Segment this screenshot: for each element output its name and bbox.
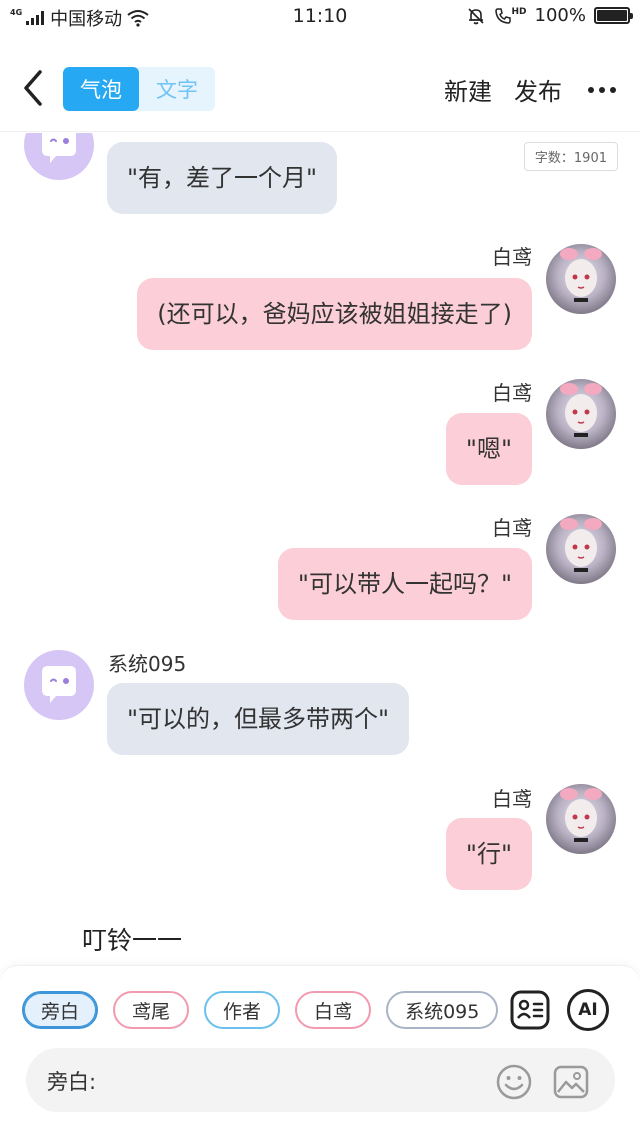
avatar[interactable] xyxy=(24,133,94,180)
word-count-badge: 字数：1901 xyxy=(523,142,618,171)
role-chip-yuanwei[interactable]: 鸢尾 xyxy=(113,991,190,1029)
message-bubble[interactable]: "有，差了一个月" xyxy=(107,142,338,214)
ghost-icon xyxy=(42,133,76,163)
message-bubble[interactable]: "嗯" xyxy=(445,413,532,485)
character-card-icon[interactable] xyxy=(509,989,551,1031)
nav-actions: 新建 发布 xyxy=(444,72,616,107)
character-portrait-icon xyxy=(560,518,602,572)
avatar[interactable] xyxy=(546,784,616,854)
status-right: HD 100% xyxy=(466,5,633,26)
back-chevron-icon[interactable] xyxy=(18,68,48,108)
publish-button[interactable]: 发布 xyxy=(514,72,562,107)
battery-percent: 100% xyxy=(534,5,586,26)
role-selector: 旁白 鸢尾 作者 白鸢 系统095 xyxy=(22,991,499,1029)
ai-label: AI xyxy=(578,1000,598,1020)
role-chip-narrator[interactable]: 旁白 xyxy=(22,991,99,1029)
image-icon[interactable] xyxy=(552,1063,590,1101)
speaker-name: 系统095 xyxy=(108,652,187,676)
message-bubble[interactable]: "行" xyxy=(445,818,532,890)
status-bar: 4G 中国移动 11:10 HD 100% xyxy=(0,0,640,34)
new-button[interactable]: 新建 xyxy=(444,72,492,107)
hd-call-icon: HD xyxy=(494,7,527,25)
mode-segmented-control: 气泡 文字 xyxy=(63,67,215,111)
role-chip-baiyuan[interactable]: 白鸢 xyxy=(295,991,372,1029)
tab-bubble[interactable]: 气泡 xyxy=(63,67,139,111)
avatar[interactable] xyxy=(546,514,616,584)
avatar[interactable] xyxy=(24,650,94,720)
tab-text[interactable]: 文字 xyxy=(139,67,215,111)
role-chip-system095[interactable]: 系统095 xyxy=(386,991,499,1029)
role-chip-author[interactable]: 作者 xyxy=(204,991,281,1029)
bottom-panel: 旁白 鸢尾 作者 白鸢 系统095 AI 旁白: xyxy=(0,965,640,1138)
top-nav-bar: 气泡 文字 新建 发布 xyxy=(0,34,640,132)
character-portrait-icon xyxy=(560,248,602,302)
more-icon[interactable] xyxy=(588,86,616,93)
message-input[interactable]: 旁白: xyxy=(26,1048,615,1112)
input-role-label: 旁白: xyxy=(47,1070,97,1094)
avatar[interactable] xyxy=(546,244,616,314)
speaker-name: 白鸢 xyxy=(492,381,532,405)
character-portrait-icon xyxy=(560,788,602,842)
battery-icon xyxy=(594,7,633,24)
ghost-icon xyxy=(42,666,76,703)
speaker-name: 白鸢 xyxy=(492,787,532,811)
message-bubble[interactable]: "可以的，但最多带两个" xyxy=(107,683,410,755)
chat-area[interactable]: 字数：1901 "有，差了一个月" 白鸢 (还可以，爸妈应该被姐姐接走了) 白鸢 xyxy=(0,133,640,965)
emoji-icon[interactable] xyxy=(495,1063,533,1101)
speaker-name: 白鸢 xyxy=(492,245,532,269)
avatar[interactable] xyxy=(546,379,616,449)
character-portrait-icon xyxy=(560,383,602,437)
bell-muted-icon xyxy=(467,7,484,24)
narration-text[interactable]: 叮铃一一 xyxy=(82,921,182,957)
message-bubble[interactable]: (还可以，爸妈应该被姐姐接走了) xyxy=(137,278,532,350)
ai-button[interactable]: AI xyxy=(567,989,609,1031)
battery-fill xyxy=(597,10,627,21)
message-bubble[interactable]: "可以带人一起吗？" xyxy=(277,548,532,620)
speaker-name: 白鸢 xyxy=(492,516,532,540)
